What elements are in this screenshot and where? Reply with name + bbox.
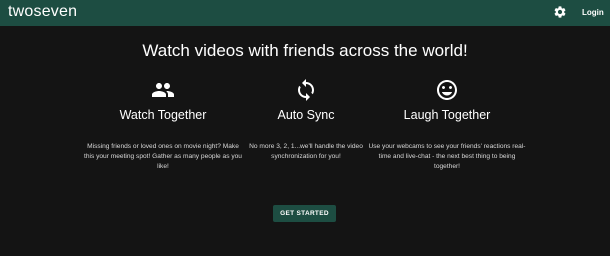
- gear-icon[interactable]: [553, 5, 567, 19]
- feature-title: Auto Sync: [277, 108, 335, 122]
- feature-description: Missing friends or loved ones on movie n…: [84, 143, 242, 170]
- feature-watch-together: Watch Together Missing friends or loved …: [84, 78, 242, 170]
- feature-laugh-together: Laugh Together Use your webcams to see y…: [368, 78, 526, 170]
- smiley-icon: [434, 78, 460, 102]
- login-link[interactable]: Login: [582, 8, 604, 17]
- feature-description: No more 3, 2, 1...we'll handle the video…: [249, 143, 363, 160]
- people-icon: [150, 78, 176, 102]
- top-navbar: twoseven Login: [0, 0, 610, 26]
- feature-auto-sync: Auto Sync No more 3, 2, 1...we'll handle…: [236, 78, 376, 160]
- feature-title: Laugh Together: [403, 108, 491, 122]
- feature-description: Use your webcams to see your friends' re…: [368, 143, 526, 170]
- feature-title: Watch Together: [119, 108, 207, 122]
- brand-logo[interactable]: twoseven: [8, 3, 77, 21]
- get-started-button[interactable]: GET STARTED: [273, 205, 336, 222]
- hero-title: Watch videos with friends across the wor…: [142, 41, 468, 60]
- sync-icon: [293, 78, 319, 102]
